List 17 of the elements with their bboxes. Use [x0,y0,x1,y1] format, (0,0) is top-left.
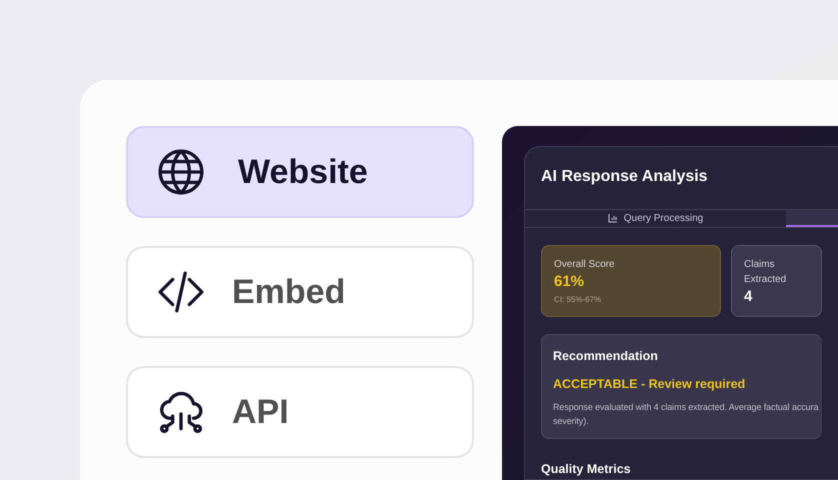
globe-icon [156,147,206,197]
panel-title: AI Response Analysis [540,167,709,187]
recommendation-text: Response evaluated with 4 claims extracted. Average factual accura severity). [553,401,820,428]
metric-label: Overall Score [554,258,616,272]
tab[interactable]: Query Processing [525,210,786,227]
recommendation-verdict: ACCEPTABLE - Review required [553,376,746,393]
bar-chart-icon [608,213,618,224]
recommendation-title: Recommendation [553,348,659,365]
metric-label: Claims Extracted [744,258,788,287]
section-title: Quality Metrics [541,461,632,478]
tab[interactable] [786,210,838,227]
metric-value: 4 [744,286,754,307]
option-button[interactable]: Website [126,126,474,218]
metric-value: 61% [554,272,586,292]
confidence-note: CI: 55%-67% [554,294,602,306]
option-button[interactable]: Embed [126,246,474,338]
option-button[interactable]: API [126,366,474,458]
